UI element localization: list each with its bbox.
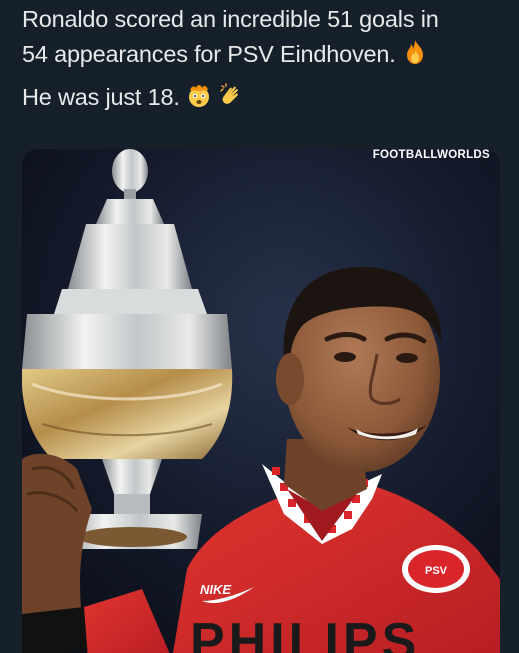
psv-badge-text: PSV (425, 565, 448, 577)
ronaldo-trophy-photo: PSV NIKE PHILIPS (22, 149, 500, 653)
exploding-head-emoji-icon (189, 85, 209, 107)
tweet-line-3: He was just 18. (22, 80, 512, 115)
tweet-line-1: Ronaldo scored an incredible 51 goals in (22, 6, 439, 32)
wristband (22, 607, 88, 653)
tweet-photo[interactable]: PSV NIKE PHILIPS FOOTBALLWORLDS (22, 149, 500, 653)
tweet-line-2: 54 appearances for PSV Eindhoven. (22, 37, 512, 72)
fire-emoji-icon (406, 40, 423, 64)
jersey-sponsor-text: PHILIPS (190, 613, 420, 653)
watermark-text: FOOTBALLWORLDS (372, 149, 490, 161)
nike-logo-text: NIKE (200, 582, 231, 597)
clapping-hands-emoji-icon (220, 83, 239, 104)
tweet-text: Ronaldo scored an incredible 51 goals in… (22, 2, 512, 115)
